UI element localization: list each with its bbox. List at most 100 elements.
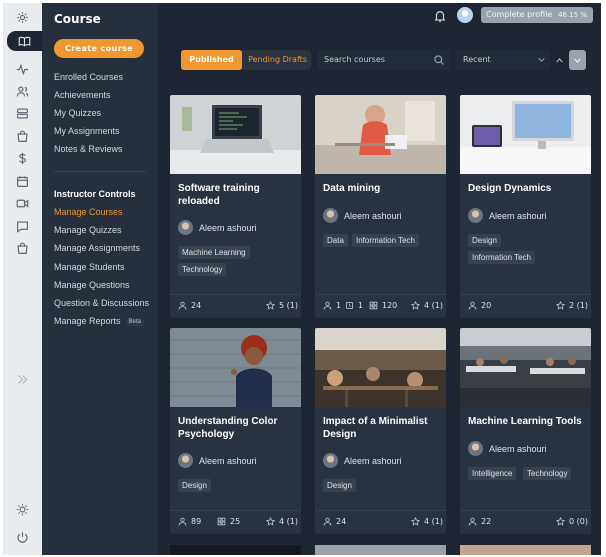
- course-rating: 4 (1): [266, 517, 298, 526]
- sidebar-item-manage-students[interactable]: Manage Students: [54, 262, 125, 272]
- sort-select[interactable]: Recent: [456, 50, 550, 70]
- course-title[interactable]: Design Dynamics: [468, 182, 586, 195]
- course-card[interactable]: Understanding Color Psychology Aleem ash…: [170, 328, 301, 534]
- course-card[interactable]: Data mining Aleem ashouri Data Informati…: [315, 95, 446, 318]
- star-icon: [556, 301, 565, 310]
- course-card[interactable]: Software training reloaded Aleem ashouri…: [170, 95, 301, 318]
- course-tag[interactable]: Intelligence: [468, 467, 517, 480]
- course-tag[interactable]: Design: [323, 479, 356, 492]
- course-tag[interactable]: Information Tech: [468, 251, 535, 264]
- course-thumbnail: [170, 95, 301, 174]
- user-icon: [178, 517, 187, 526]
- user-icon: [468, 301, 477, 310]
- course-tag[interactable]: Design: [178, 479, 211, 492]
- author-name: Aleem ashouri: [344, 210, 402, 221]
- book-icon[interactable]: [7, 31, 42, 51]
- sidebar-item-question-discussions[interactable]: Question & Discussions: [54, 298, 149, 308]
- complete-profile-button[interactable]: Complete profile 46.15 %: [481, 7, 593, 23]
- course-author[interactable]: Aleem ashouri: [468, 208, 547, 223]
- sidebar-item-achievements[interactable]: Achievements: [54, 90, 111, 100]
- course-title[interactable]: Data mining: [323, 182, 441, 195]
- sidebar-item-manage-reports[interactable]: Manage Reports Beta: [54, 316, 144, 326]
- star-icon: [411, 517, 420, 526]
- star-icon: [411, 301, 420, 310]
- course-title[interactable]: Machine Learning Tools: [468, 415, 586, 428]
- author-avatar: [178, 453, 193, 468]
- sidebar-item-manage-courses[interactable]: Manage Courses: [54, 207, 123, 217]
- sidebar-item-manage-assignments[interactable]: Manage Assignments: [54, 243, 140, 253]
- quiz-count: 1: [345, 301, 363, 310]
- course-author[interactable]: Aleem ashouri: [178, 453, 257, 468]
- user-icon: [178, 301, 187, 310]
- bag-icon[interactable]: [11, 238, 33, 258]
- tab-pending-drafts[interactable]: Pending Drafts: [244, 50, 311, 70]
- expand-icon[interactable]: [11, 369, 33, 389]
- chevron-down-icon: [538, 58, 545, 62]
- course-footer: 1 1 120 4 (1): [315, 294, 446, 318]
- search-input[interactable]: Search courses: [317, 50, 450, 70]
- course-tag[interactable]: Technology: [178, 263, 227, 276]
- course-card[interactable]: Design Dynamics Aleem ashouri Design Inf…: [460, 95, 591, 318]
- course-card[interactable]: Impact of a Minimalist Design Aleem asho…: [315, 328, 446, 534]
- video-icon[interactable]: [11, 193, 33, 213]
- sidebar-item-manage-quizzes[interactable]: Manage Quizzes: [54, 225, 122, 235]
- lesson-count: 25: [217, 517, 240, 526]
- author-name: Aleem ashouri: [489, 443, 547, 454]
- course-thumbnail: [315, 328, 446, 407]
- profile-percent: 46.15 %: [558, 11, 587, 19]
- course-tag[interactable]: Design: [468, 234, 501, 247]
- course-author[interactable]: Aleem ashouri: [323, 453, 402, 468]
- layers-icon[interactable]: [11, 103, 33, 123]
- gear-icon[interactable]: [11, 7, 33, 27]
- user-avatar[interactable]: [457, 7, 473, 23]
- power-icon[interactable]: [11, 527, 33, 547]
- timer-icon: [346, 302, 353, 309]
- sidebar-item-enrolled-courses[interactable]: Enrolled Courses: [54, 72, 123, 82]
- course-thumbnail-partial: [170, 545, 301, 555]
- author-avatar: [323, 453, 338, 468]
- dollar-icon[interactable]: [11, 148, 33, 168]
- bell-icon[interactable]: [433, 9, 447, 23]
- sort-descending-button[interactable]: [569, 50, 586, 70]
- course-tag[interactable]: Data: [323, 234, 348, 247]
- tab-published[interactable]: Published: [181, 50, 242, 70]
- sort-ascending-button[interactable]: [551, 50, 568, 70]
- course-tag[interactable]: Machine Learning: [178, 246, 250, 259]
- course-author[interactable]: Aleem ashouri: [178, 220, 257, 235]
- users-icon[interactable]: [11, 81, 33, 101]
- search-icon[interactable]: [433, 54, 445, 66]
- activity-icon[interactable]: [11, 59, 33, 79]
- beta-badge: Beta: [125, 317, 144, 326]
- course-thumbnail: [170, 328, 301, 407]
- course-rating: 4 (1): [411, 517, 443, 526]
- course-rating: 5 (1): [266, 301, 298, 310]
- author-name: Aleem ashouri: [489, 210, 547, 221]
- complete-profile-label: Complete profile: [486, 10, 553, 19]
- user-icon: [468, 517, 477, 526]
- calendar-icon[interactable]: [11, 171, 33, 191]
- course-tag[interactable]: Information Tech: [352, 234, 419, 247]
- course-tag[interactable]: Technology: [523, 467, 572, 480]
- course-title[interactable]: Software training reloaded: [178, 182, 296, 208]
- course-author[interactable]: Aleem ashouri: [323, 208, 402, 223]
- course-author[interactable]: Aleem ashouri: [468, 441, 547, 456]
- sidebar-item-my-assignments[interactable]: My Assignments: [54, 126, 120, 136]
- create-course-button[interactable]: Create course: [54, 39, 144, 58]
- message-icon[interactable]: [11, 216, 33, 236]
- course-title[interactable]: Impact of a Minimalist Design: [323, 415, 441, 441]
- bag-icon[interactable]: [11, 126, 33, 146]
- course-footer: 20 2 (1): [460, 294, 591, 318]
- author-avatar: [178, 220, 193, 235]
- course-footer: 89 25 4 (1): [170, 510, 301, 534]
- course-title[interactable]: Understanding Color Psychology: [178, 415, 296, 441]
- sun-icon[interactable]: [11, 499, 33, 519]
- course-footer: 22 0 (0): [460, 510, 591, 534]
- sidebar-item-my-quizzes[interactable]: My Quizzes: [54, 108, 101, 118]
- course-card[interactable]: Machine Learning Tools Aleem ashouri Int…: [460, 328, 591, 534]
- sidebar-divider: [54, 171, 146, 172]
- sidebar-item-notes-reviews[interactable]: Notes & Reviews: [54, 144, 123, 154]
- grid-icon: [217, 517, 226, 526]
- course-rating: 0 (0): [556, 517, 588, 526]
- sidebar-item-manage-questions[interactable]: Manage Questions: [54, 280, 130, 290]
- star-icon: [556, 517, 565, 526]
